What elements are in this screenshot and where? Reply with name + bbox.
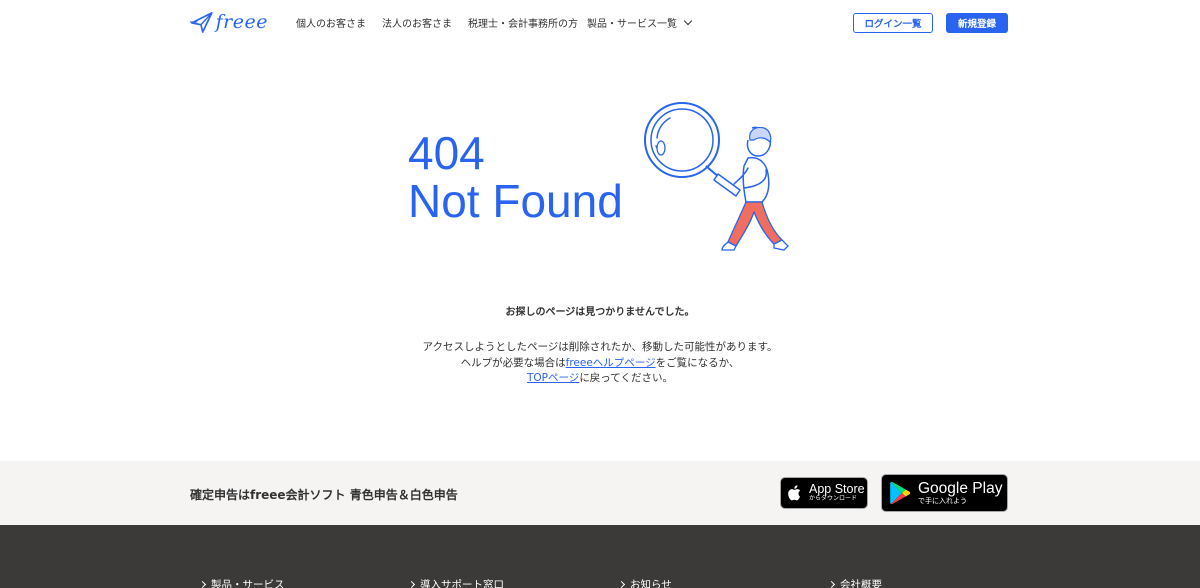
- google-play-title: Google Play: [918, 479, 1003, 497]
- message-line-1: アクセスしようとしたページは削除されたか、移動した可能性があります。: [422, 341, 778, 353]
- magnifier-person-illustration: [644, 102, 789, 251]
- chevron-right-icon: [198, 580, 207, 588]
- nav-individual[interactable]: 個人のお客さま: [296, 15, 366, 30]
- error-code: 404: [408, 127, 485, 179]
- login-button[interactable]: ログイン一覧: [853, 13, 933, 33]
- message-line-2-pre: ヘルプが必要な場合は: [460, 356, 566, 369]
- app-download-banner: 確定申告はfreee会計ソフト 青色申告＆白色申告: [0, 461, 1200, 525]
- app-store-text: App Store からダウンロード: [809, 483, 865, 503]
- chevron-right-icon: [827, 580, 836, 588]
- site-header: freee 個人のお客さま 法人のお客さま 税理士・会計事務所の方 製品・サービ…: [0, 0, 1200, 44]
- app-store-badge[interactable]: App Store からダウンロード: [780, 477, 868, 509]
- app-banner-text: 確定申告はfreee会計ソフト 青色申告＆白色申告: [190, 488, 458, 502]
- app-store-subtitle: からダウンロード: [809, 495, 858, 503]
- google-play-icon: [882, 475, 918, 511]
- nav-accountant[interactable]: 税理士・会計事務所の方: [468, 15, 578, 30]
- apple-icon: [781, 478, 809, 508]
- footer-link-support[interactable]: 導入サポート窓口: [407, 577, 504, 588]
- message-line-3: TOPページに戻ってください。: [0, 371, 1200, 387]
- chevron-right-icon: [407, 580, 416, 588]
- footer-link-products[interactable]: 製品・サービス: [198, 577, 285, 588]
- footer-link-label: 製品・サービス: [211, 579, 285, 588]
- error-message: アクセスしようとしたページは削除されたか、移動した可能性があります。 ヘルプが必…: [0, 340, 1200, 387]
- site-footer: 製品・サービス 導入サポート窓口 お知らせ 会社概要: [0, 525, 1200, 588]
- nav-corporate[interactable]: 法人のお客さま: [382, 15, 452, 30]
- footer-link-label: 会社概要: [840, 579, 882, 588]
- error-title: Not Found: [408, 175, 623, 227]
- message-line-2: ヘルプが必要な場合はfreeeヘルプページをご覧になるか、: [0, 356, 1200, 372]
- help-page-link[interactable]: freeeヘルプページ: [566, 357, 656, 369]
- signup-button[interactable]: 新規登録: [946, 13, 1008, 33]
- error-heading: お探しのページは見つかりませんでした。: [505, 307, 695, 318]
- products-label: 製品・サービス一覧: [587, 19, 677, 30]
- google-play-subtitle: で手に入れよう: [918, 496, 967, 505]
- main-nav: 個人のお客さま 法人のお客さま 税理士・会計事務所の方: [296, 15, 594, 30]
- top-page-link[interactable]: TOPページ: [527, 372, 579, 384]
- chevron-down-icon: [683, 16, 693, 25]
- message-line-2-post: をご覧になるか、: [655, 356, 740, 369]
- logo-wordmark: freee: [215, 11, 268, 33]
- google-play-text: Google Play で手に入れよう: [918, 479, 1003, 506]
- chevron-right-icon: [617, 580, 626, 588]
- freee-logo[interactable]: freee: [190, 7, 268, 37]
- paper-plane-icon: [190, 12, 213, 33]
- footer-link-label: お知らせ: [630, 579, 672, 588]
- footer-link-company[interactable]: 会社概要: [827, 577, 882, 588]
- footer-link-news[interactable]: お知らせ: [617, 577, 672, 588]
- products-dropdown[interactable]: 製品・サービス一覧: [587, 15, 693, 30]
- google-play-badge[interactable]: Google Play で手に入れよう: [881, 474, 1008, 512]
- footer-link-label: 導入サポート窓口: [420, 579, 504, 588]
- message-line-3-post: に戻ってください。: [579, 372, 673, 384]
